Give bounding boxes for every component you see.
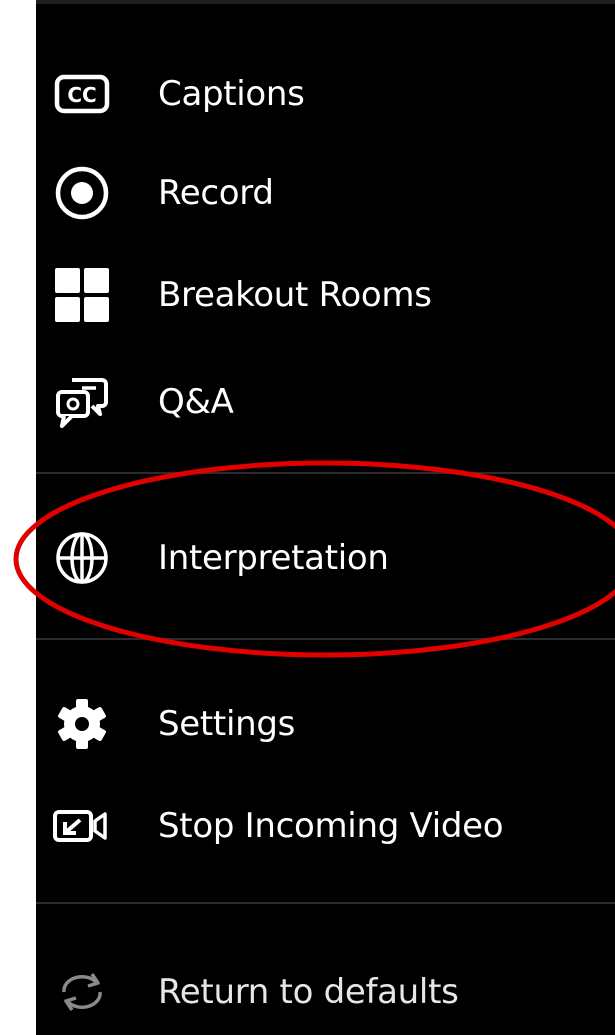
menu-item-label: Breakout Rooms: [158, 275, 432, 315]
menu-item-settings[interactable]: Settings: [36, 684, 615, 764]
menu-item-label: Record: [158, 173, 274, 213]
menu-item-label: Stop Incoming Video: [158, 806, 504, 846]
stop-video-icon: [52, 796, 112, 856]
menu-item-stop-incoming-video[interactable]: Stop Incoming Video: [36, 786, 615, 866]
menu-top-edge: [36, 0, 615, 4]
menu-item-breakout-rooms[interactable]: Breakout Rooms: [36, 255, 615, 335]
menu-item-captions[interactable]: CC Captions: [36, 54, 615, 134]
breakout-rooms-icon: [52, 265, 112, 325]
menu-item-record[interactable]: Record: [36, 153, 615, 233]
menu-divider: [36, 638, 615, 640]
record-icon: [52, 163, 112, 223]
more-options-menu: CC Captions Record Breakout Rooms Q&A In…: [36, 0, 615, 1035]
gear-icon: [52, 694, 112, 754]
menu-item-qa[interactable]: Q&A: [36, 362, 615, 442]
menu-item-label: Return to defaults: [158, 972, 459, 1012]
reset-icon: [52, 962, 112, 1022]
menu-item-interpretation[interactable]: Interpretation: [36, 518, 615, 598]
menu-item-label: Captions: [158, 74, 305, 114]
svg-text:CC: CC: [67, 83, 96, 107]
closed-captions-icon: CC: [52, 64, 112, 124]
qa-icon: [52, 372, 112, 432]
globe-icon: [52, 528, 112, 588]
menu-item-return-to-defaults[interactable]: Return to defaults: [36, 952, 615, 1032]
menu-item-label: Settings: [158, 704, 296, 744]
menu-divider: [36, 902, 615, 904]
menu-item-label: Interpretation: [158, 538, 389, 578]
menu-divider: [36, 472, 615, 474]
menu-item-label: Q&A: [158, 382, 234, 422]
